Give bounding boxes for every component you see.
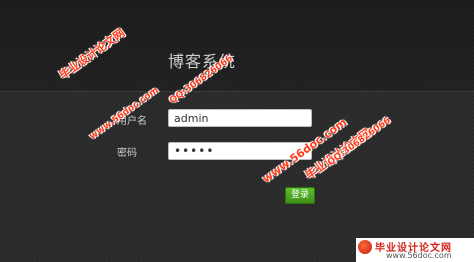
logo-url: www.56doc.com xyxy=(386,251,452,260)
login-page: 博客系统 用户名 admin 密码 ••••• 登录 毕业设计论文网 www.5… xyxy=(0,0,474,262)
login-button[interactable]: 登录 xyxy=(285,187,315,204)
password-label: 密码 xyxy=(117,148,137,159)
username-input[interactable]: admin xyxy=(168,109,312,127)
logo-mark-icon xyxy=(358,240,372,254)
watermark-logo: 毕业设计论文网 www.56doc.com xyxy=(356,238,474,262)
